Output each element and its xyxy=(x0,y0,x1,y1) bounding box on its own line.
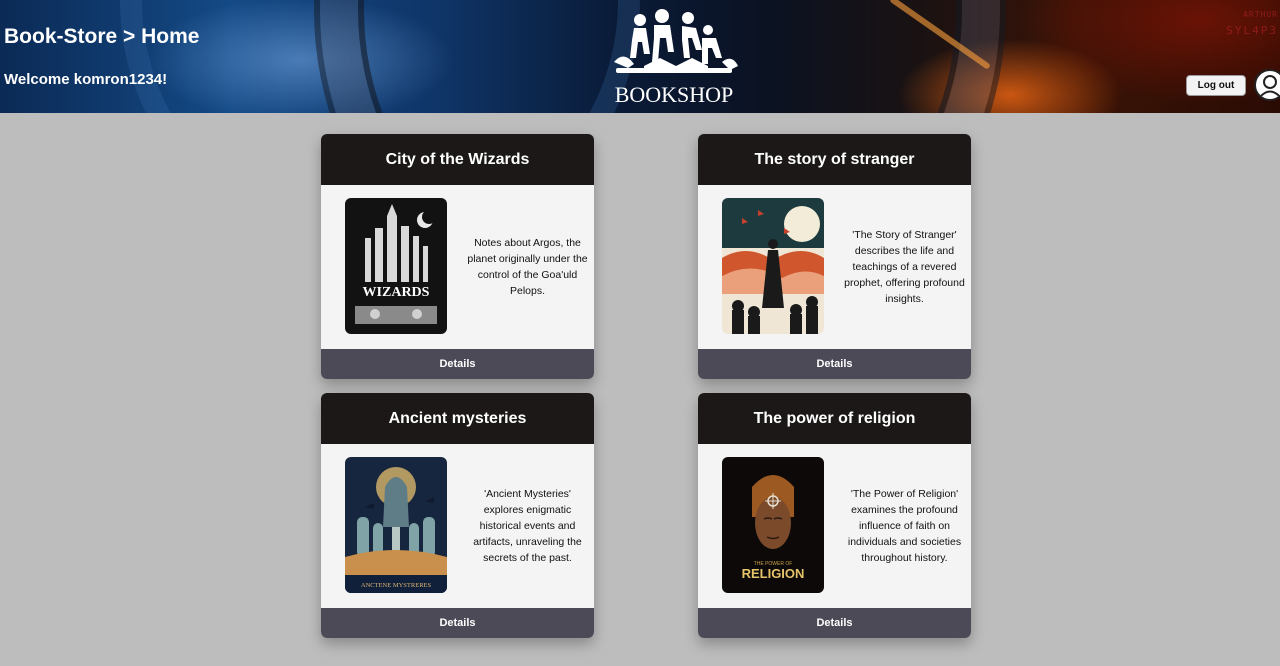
header-corner-watermark: ARTHUR SYL4P3 xyxy=(1226,10,1278,37)
corner-text-line2: SYL4P3 xyxy=(1226,24,1278,37)
book-card-body: WIZARDS Notes about Argos, the planet or… xyxy=(321,185,594,349)
book-title[interactable]: City of the Wizards xyxy=(321,134,594,185)
book-card: The story of stranger 'The Story of Stra… xyxy=(698,134,971,379)
book-card-body: ANCTENE MYSTRERES 'Ancient Mysteries' ex… xyxy=(321,444,594,608)
book-description: 'Ancient Mysteries' explores enigmatic h… xyxy=(473,488,582,564)
book-title[interactable]: The story of stranger xyxy=(698,134,971,185)
book-title[interactable]: The power of religion xyxy=(698,393,971,444)
book-card-body: THE POWER OF RELIGION 'The Power of Reli… xyxy=(698,444,971,608)
book-description: 'The Story of Stranger' describes the li… xyxy=(844,229,965,305)
book-cover-image[interactable]: WIZARDS xyxy=(345,198,447,334)
user-avatar-icon[interactable] xyxy=(1254,69,1280,101)
bookshop-logo-icon xyxy=(614,9,738,73)
book-card: Ancient mysteries ANCTENE MYSTRERES 'Anc… xyxy=(321,393,594,638)
book-description: Notes about Argos, the planet originally… xyxy=(467,237,588,297)
details-button[interactable]: Details xyxy=(321,608,594,638)
logout-button[interactable]: Log out xyxy=(1186,75,1246,96)
details-button[interactable]: Details xyxy=(321,349,594,379)
book-cover-image[interactable] xyxy=(722,198,824,334)
book-description: 'The Power of Religion' examines the pro… xyxy=(847,488,962,564)
book-card: The power of religion THE POWER OF RELIG… xyxy=(698,393,971,638)
site-header: ARTHUR SYL4P3 Book-Store > Home Welcome … xyxy=(0,0,1280,113)
logo-text: BOOKSHOP xyxy=(614,82,734,107)
bookshop-logo[interactable]: BOOKSHOP xyxy=(604,6,744,110)
book-cover-image[interactable]: ANCTENE MYSTRERES xyxy=(345,457,447,593)
details-button[interactable]: Details xyxy=(698,349,971,379)
details-button[interactable]: Details xyxy=(698,608,971,638)
book-card: City of the Wizards WIZARDS Notes about … xyxy=(321,134,594,379)
cover-title-text: RELIGION xyxy=(742,566,805,581)
corner-text-line1: ARTHUR xyxy=(1243,10,1278,19)
book-card-body: 'The Story of Stranger' describes the li… xyxy=(698,185,971,349)
welcome-message: Welcome komron1234! xyxy=(4,71,168,88)
cover-title-text: WIZARDS xyxy=(363,285,430,300)
cover-title-text: ANCTENE MYSTRERES xyxy=(361,582,432,589)
breadcrumb: Book-Store > Home xyxy=(4,25,200,48)
book-title[interactable]: Ancient mysteries xyxy=(321,393,594,444)
book-cover-image[interactable]: THE POWER OF RELIGION xyxy=(722,457,824,593)
